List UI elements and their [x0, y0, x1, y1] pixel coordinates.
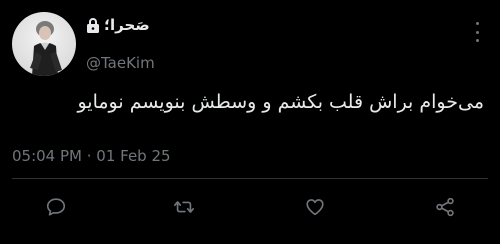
display-name-row: صَحرا؛	[86, 16, 150, 34]
avatar[interactable]	[12, 12, 76, 76]
lock-icon	[86, 17, 100, 33]
display-name[interactable]: صَحرا؛	[104, 16, 150, 34]
action-bar	[0, 193, 500, 221]
user-handle[interactable]: @TaeKim	[86, 54, 155, 72]
like-button[interactable]	[301, 193, 329, 221]
more-options-icon[interactable]	[474, 22, 480, 42]
share-button[interactable]	[431, 193, 459, 221]
tweet-timestamp[interactable]: 05:04 PM · 01 Feb 25	[12, 147, 171, 165]
divider	[12, 178, 488, 179]
reply-button[interactable]	[42, 193, 70, 221]
retweet-icon	[174, 201, 194, 213]
tweet-text: می‌خوام براش قلب بکشم و وسطش بنویسم نوما…	[77, 91, 484, 113]
heart-icon	[306, 199, 324, 216]
share-icon	[436, 197, 454, 217]
avatar-photo	[30, 21, 62, 76]
retweet-button[interactable]	[170, 193, 198, 221]
comment-icon	[46, 198, 66, 216]
